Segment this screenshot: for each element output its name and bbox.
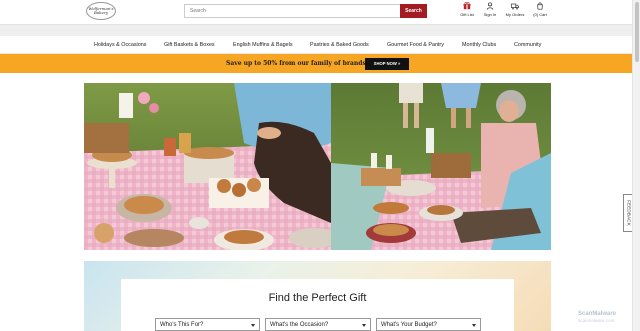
select-recipient[interactable]: Who's This For?: [155, 318, 260, 331]
nav-item-holidays[interactable]: Holidays & Occasions: [94, 42, 146, 48]
my-orders-label: My Orders: [505, 12, 525, 17]
nav-item-gourmet-food[interactable]: Gourmet Food & Pantry: [387, 42, 444, 48]
gift-list-label: Gift List: [460, 12, 474, 17]
search-button[interactable]: Search: [400, 4, 427, 18]
gift-icon: [463, 2, 471, 10]
logo-text: Wolferman's Bakery: [88, 6, 114, 15]
nav-item-pastries[interactable]: Pastries & Baked Goods: [310, 42, 369, 48]
gift-list-link[interactable]: Gift List: [458, 2, 476, 22]
nav-item-community[interactable]: Community: [514, 42, 541, 48]
picnic-photo-right: [331, 83, 551, 250]
promo-text: Save up to 50% from our family of brands…: [226, 60, 368, 67]
cart-label: (0) Cart: [533, 12, 547, 17]
chevron-down-icon: [472, 324, 476, 327]
nav-item-gift-baskets[interactable]: Gift Baskets & Boxes: [164, 42, 215, 48]
select-budget-label: What's Your Budget?: [381, 322, 437, 328]
chevron-down-icon: [251, 324, 255, 327]
watermark-sub: scanmalware.com: [578, 318, 615, 323]
feedback-label: FEEDBACK: [626, 200, 631, 226]
cart-icon: [537, 2, 543, 10]
watermark-title: ScanMalware: [578, 311, 617, 317]
sign-in-label: Sign In: [483, 12, 497, 17]
main-nav: Holidays & Occasions Gift Baskets & Boxe…: [0, 36, 632, 54]
select-occasion[interactable]: What's the Occasion?: [265, 318, 371, 331]
select-occasion-label: What's the Occasion?: [270, 322, 329, 328]
brand-logo[interactable]: Wolferman's Bakery: [86, 2, 116, 20]
nav-item-english-muffins[interactable]: English Muffins & Bagels: [233, 42, 293, 48]
scrollbar-thumb[interactable]: [635, 2, 639, 62]
select-recipient-label: Who's This For?: [160, 322, 204, 328]
header-divider-band: [0, 24, 632, 36]
hero-image-picnic-right[interactable]: [331, 83, 551, 250]
shop-now-button[interactable]: SHOP NOW »: [365, 58, 409, 70]
picnic-photo-left: [84, 83, 331, 250]
promo-banner: Save up to 50% from our family of brands…: [0, 54, 632, 73]
site-header: Wolferman's Bakery Search Search Gift Li…: [0, 0, 632, 24]
gift-finder-title: Find the Perfect Gift: [268, 292, 367, 304]
my-orders-link[interactable]: My Orders: [503, 2, 527, 22]
page: Wolferman's Bakery Search Search Gift Li…: [0, 0, 640, 331]
chevron-down-icon: [362, 324, 366, 327]
vertical-scrollbar[interactable]: [632, 0, 640, 331]
select-budget[interactable]: What's Your Budget?: [376, 318, 481, 331]
search-input[interactable]: Search: [184, 4, 400, 18]
user-icon: [486, 2, 494, 10]
nav-item-monthly-clubs[interactable]: Monthly Clubs: [462, 42, 496, 48]
cart-link[interactable]: (0) Cart: [531, 2, 549, 22]
hero-image-picnic-left[interactable]: [84, 83, 331, 250]
sign-in-link[interactable]: Sign In: [481, 2, 499, 22]
truck-icon: [511, 3, 519, 10]
